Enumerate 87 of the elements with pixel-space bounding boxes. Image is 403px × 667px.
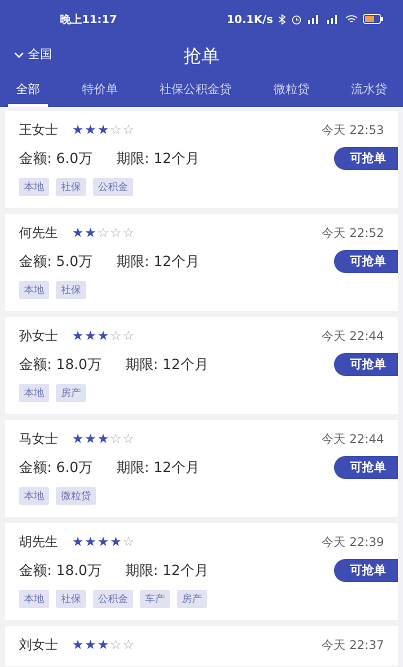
star-icon: ★ bbox=[97, 534, 109, 550]
customer-name: 马女士 bbox=[19, 431, 58, 448]
order-time: 今天 22:44 bbox=[322, 430, 384, 448]
page-title: 抢单 bbox=[184, 45, 220, 68]
category-tab[interactable]: 微粒贷 bbox=[265, 74, 318, 107]
star-icon: ★ bbox=[84, 226, 96, 240]
tag: 本地 bbox=[19, 281, 49, 299]
tag: 社保 bbox=[56, 590, 86, 608]
loan-amount: 金额: 18.0万 bbox=[19, 562, 102, 580]
category-tab[interactable]: 特价单 bbox=[74, 74, 126, 107]
star-icon: ★ bbox=[72, 226, 84, 240]
star-icon: ☆ bbox=[110, 328, 122, 344]
alarm-icon bbox=[291, 14, 302, 24]
star-icon: ☆ bbox=[110, 638, 122, 652]
category-tab[interactable]: 全部 bbox=[8, 74, 48, 107]
category-tab[interactable]: 社保公积金贷 bbox=[152, 74, 240, 107]
tag: 社保 bbox=[56, 281, 86, 299]
bluetooth-icon bbox=[278, 14, 286, 24]
network-speed: 10.1K/s bbox=[226, 12, 273, 26]
star-icon: ★ bbox=[72, 638, 84, 652]
star-icon: ★ bbox=[84, 328, 96, 344]
tag: 本地 bbox=[19, 178, 49, 196]
tag: 本地 bbox=[19, 590, 49, 608]
category-tab[interactable]: 流水贷 bbox=[343, 74, 395, 107]
tag: 公积金 bbox=[93, 590, 133, 608]
region-selector[interactable]: 全国 bbox=[14, 46, 52, 63]
grab-order-button[interactable]: 可抢单 bbox=[334, 559, 398, 582]
tag: 房产 bbox=[56, 384, 86, 402]
tag: 微粒贷 bbox=[56, 487, 96, 505]
star-icon: ★ bbox=[97, 328, 109, 344]
wifi-icon bbox=[345, 14, 358, 24]
order-time: 今天 22:39 bbox=[322, 534, 384, 550]
star-icon: ☆ bbox=[122, 638, 134, 652]
customer-name: 孙女士 bbox=[19, 328, 58, 345]
order-time: 今天 22:52 bbox=[322, 224, 384, 242]
star-icon: ★ bbox=[97, 638, 109, 652]
star-icon: ☆ bbox=[97, 226, 109, 240]
customer-name: 王女士 bbox=[19, 122, 58, 139]
tag: 公积金 bbox=[93, 178, 133, 196]
star-icon: ★ bbox=[84, 432, 96, 446]
order-time: 今天 22:37 bbox=[322, 636, 384, 654]
loan-amount: 金额: 5.0万 bbox=[19, 252, 92, 270]
signal-icon bbox=[307, 14, 321, 24]
loan-term: 期限: 12个月 bbox=[125, 562, 208, 580]
loan-term: 期限: 12个月 bbox=[116, 150, 200, 168]
star-icon: ★ bbox=[84, 638, 96, 652]
star-icon: ★ bbox=[72, 432, 84, 446]
loan-term: 期限: 12个月 bbox=[116, 458, 200, 476]
customer-name: 刘女士 bbox=[19, 637, 58, 654]
star-icon: ☆ bbox=[110, 122, 122, 138]
grab-order-button[interactable]: 可抢单 bbox=[334, 250, 398, 273]
star-icon: ☆ bbox=[122, 122, 134, 138]
star-icon: ★ bbox=[110, 534, 122, 550]
battery-icon bbox=[363, 14, 383, 24]
loan-term: 期限: 12个月 bbox=[116, 252, 200, 270]
loan-term: 期限: 12个月 bbox=[125, 356, 208, 374]
tag: 房产 bbox=[177, 590, 207, 608]
order-time: 今天 22:44 bbox=[322, 328, 384, 344]
star-icon: ★ bbox=[97, 432, 109, 446]
star-icon: ★ bbox=[97, 122, 109, 138]
star-icon: ★ bbox=[84, 122, 96, 138]
tag: 社保 bbox=[56, 178, 86, 196]
customer-name: 何先生 bbox=[19, 225, 58, 242]
tag: 本地 bbox=[19, 487, 49, 505]
star-icon: ★ bbox=[84, 534, 96, 550]
star-icon: ☆ bbox=[110, 432, 122, 446]
tag: 车产 bbox=[140, 590, 170, 608]
grab-order-button[interactable]: 可抢单 bbox=[334, 456, 398, 479]
tag: 本地 bbox=[19, 384, 49, 402]
loan-amount: 金额: 18.0万 bbox=[19, 356, 102, 374]
star-icon: ☆ bbox=[122, 226, 134, 240]
star-icon: ★ bbox=[72, 122, 84, 138]
star-icon: ☆ bbox=[122, 432, 134, 446]
signal-icon bbox=[326, 14, 340, 24]
clock-time: 晚上11:17 bbox=[60, 12, 118, 26]
star-icon: ☆ bbox=[110, 226, 122, 240]
grab-order-button[interactable]: 可抢单 bbox=[334, 147, 398, 170]
star-icon: ★ bbox=[72, 328, 84, 344]
chevron-down-icon bbox=[14, 52, 24, 58]
grab-order-button[interactable]: 可抢单 bbox=[334, 353, 398, 376]
star-icon: ☆ bbox=[122, 534, 134, 550]
star-icon: ★ bbox=[72, 534, 84, 550]
order-time: 今天 22:53 bbox=[322, 122, 384, 138]
customer-name: 胡先生 bbox=[19, 534, 58, 551]
loan-amount: 金额: 6.0万 bbox=[19, 458, 92, 476]
loan-amount: 金额: 6.0万 bbox=[19, 150, 92, 168]
star-icon: ☆ bbox=[122, 328, 134, 344]
